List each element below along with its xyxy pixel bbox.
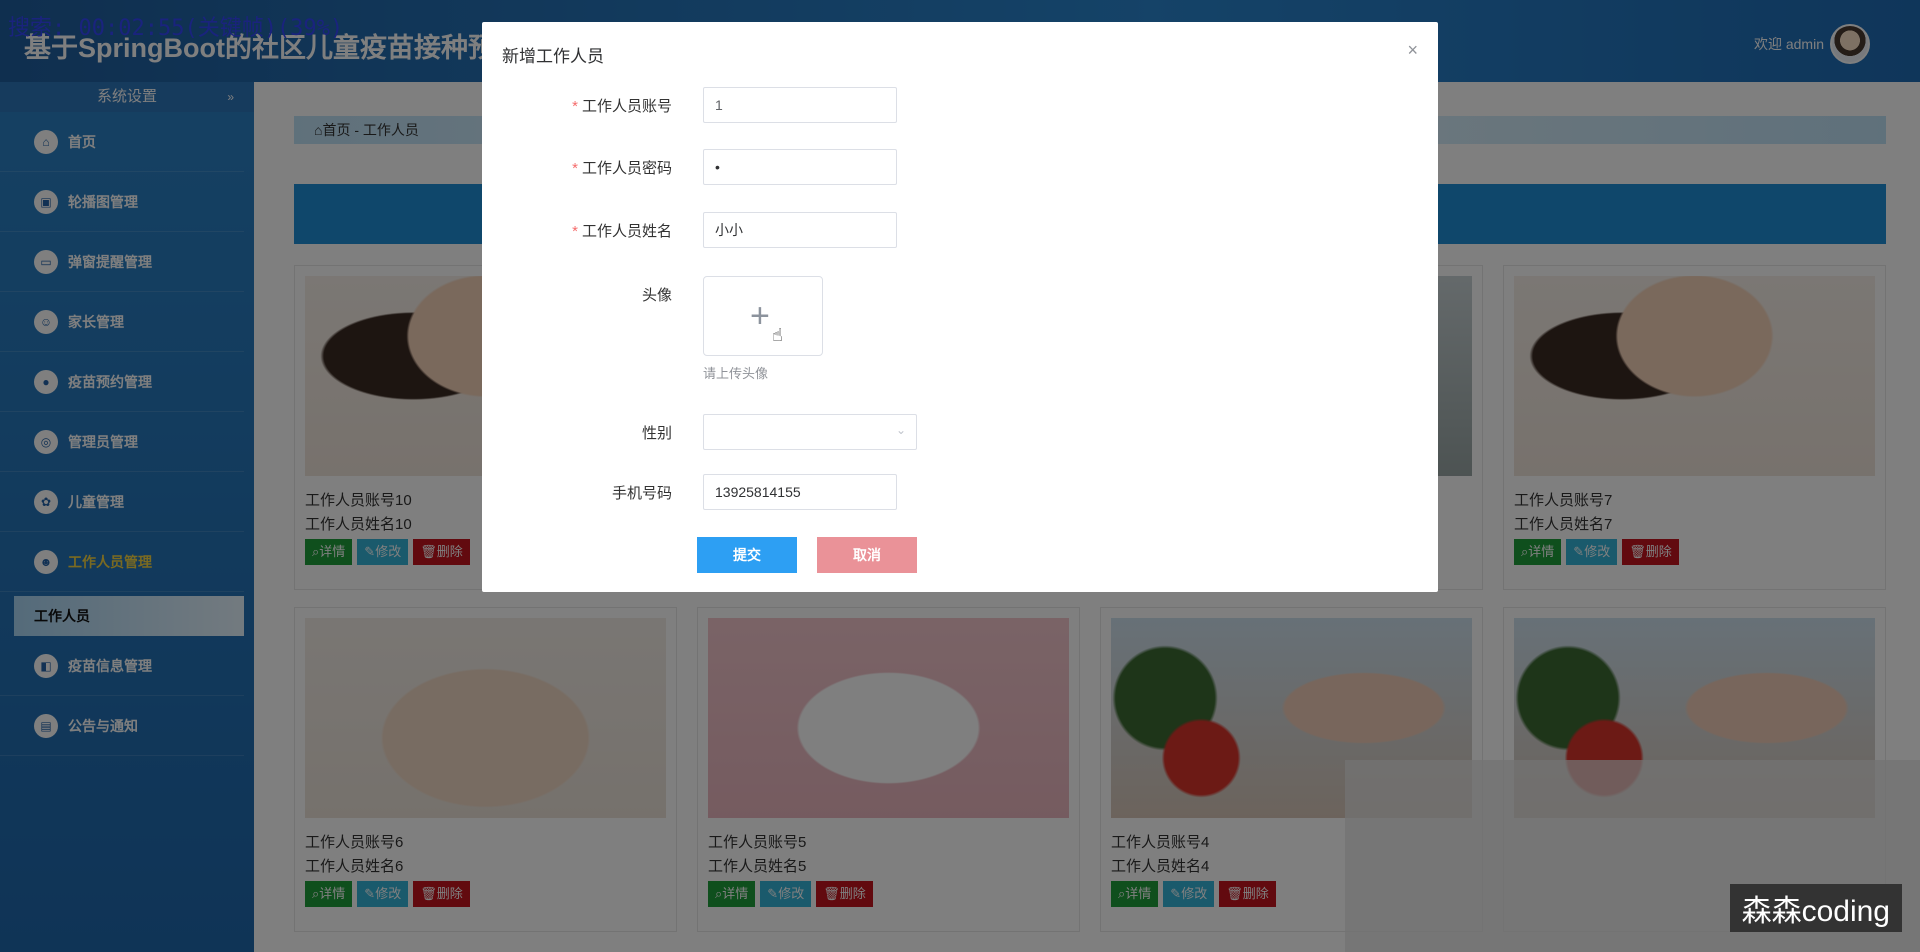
gender-select[interactable]: ⌄: [703, 414, 917, 450]
account-input[interactable]: 1: [703, 87, 897, 123]
required-mark: *: [572, 98, 578, 115]
account-label: 工作人员账号: [581, 98, 672, 115]
watermark: 森森coding: [1729, 884, 1902, 932]
form-row-name: * 工作人员姓名 小小: [482, 212, 1438, 248]
form-row-avatar: 头像 + ☝ 请上传头像: [482, 276, 1438, 386]
avatar-upload[interactable]: + ☝: [703, 276, 823, 356]
plus-icon: +: [750, 297, 770, 335]
gender-label: 性别: [641, 425, 672, 442]
phone-input[interactable]: 13925814155: [703, 474, 897, 510]
form-row-phone: 手机号码 13925814155: [482, 474, 1438, 510]
required-mark: *: [572, 223, 578, 240]
field-label: * 工作人员密码: [572, 157, 672, 178]
close-icon[interactable]: ×: [1407, 40, 1418, 61]
dialog-title: 新增工作人员: [502, 47, 604, 66]
form-row-gender: 性别 ⌄: [482, 414, 1438, 450]
chevron-down-icon: ⌄: [895, 423, 906, 437]
avatar-label: 头像: [641, 287, 672, 304]
field-label: * 工作人员姓名: [572, 220, 672, 241]
phone-label: 手机号码: [611, 485, 672, 502]
required-mark: *: [572, 160, 578, 177]
cancel-button[interactable]: 取消: [817, 537, 917, 573]
form-row-account: * 工作人员账号 1: [482, 87, 1438, 123]
password-label: 工作人员密码: [581, 160, 672, 177]
upload-tip: 请上传头像: [703, 366, 769, 381]
hand-cursor-icon: ☝: [772, 325, 783, 345]
name-label: 工作人员姓名: [581, 223, 672, 240]
field-label: * 工作人员账号: [572, 95, 672, 116]
password-input[interactable]: •: [703, 149, 897, 185]
overlay-timer-text: 搜索: 00:02:55(关键帧)(39%): [8, 16, 344, 41]
name-input[interactable]: 小小: [703, 212, 897, 248]
submit-button[interactable]: 提交: [697, 537, 797, 573]
form-row-password: * 工作人员密码 •: [482, 149, 1438, 185]
add-staff-dialog: 新增工作人员 × * 工作人员账号 1 * 工作人员密码 • * 工作人员姓名 小小 …: [482, 22, 1438, 592]
